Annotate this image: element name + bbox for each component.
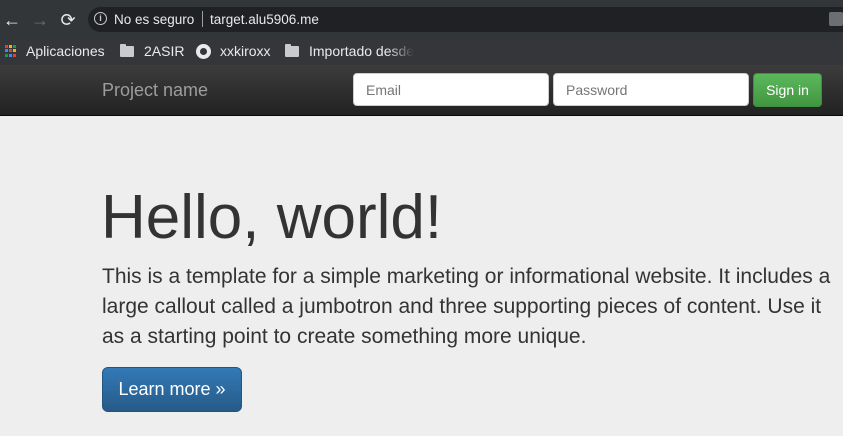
info-icon[interactable]: i: [94, 12, 107, 25]
sign-in-button[interactable]: Sign in: [753, 73, 822, 107]
translate-icon[interactable]: [829, 12, 843, 26]
reload-button[interactable]: ⟳: [58, 10, 78, 30]
folder-icon: [285, 43, 299, 57]
apps-icon: [5, 44, 18, 58]
bookmark-label: Importado desde: [309, 43, 415, 59]
jumbotron-text: This is a template for a simple marketin…: [102, 265, 831, 348]
bookmarks-bar: Aplicaciones 2ASIR xxkiroxx Importado de…: [0, 39, 843, 65]
url-text[interactable]: target.alu5906.me: [210, 12, 319, 27]
omnibox-separator: [202, 11, 203, 27]
github-icon: [196, 43, 211, 59]
back-button[interactable]: ←: [2, 10, 22, 30]
bookmark-label: 2ASIR: [144, 43, 185, 59]
bookmark-label: Aplicaciones: [26, 43, 105, 59]
jumbotron-title: Hello, world!: [101, 183, 443, 252]
bookmark-xxkiroxx[interactable]: xxkiroxx: [196, 41, 271, 61]
site-navbar: Project name Sign in: [0, 65, 843, 116]
forward-button[interactable]: →: [30, 10, 50, 30]
bookmark-label: xxkiroxx: [220, 43, 271, 59]
password-field[interactable]: [553, 73, 749, 106]
address-bar[interactable]: i No es seguro target.alu5906.me: [88, 7, 843, 32]
learn-more-button[interactable]: Learn more »: [102, 367, 242, 412]
bookmark-aplicaciones[interactable]: Aplicaciones: [5, 41, 105, 61]
brand-link[interactable]: Project name: [102, 80, 208, 101]
browser-toolbar: ← → ⟳ i No es seguro target.alu5906.me: [0, 0, 843, 39]
folder-icon: [120, 43, 134, 57]
bookmark-2asir[interactable]: 2ASIR: [120, 41, 184, 61]
email-field[interactable]: [353, 73, 549, 106]
security-status: No es seguro: [114, 12, 195, 27]
bookmark-importado[interactable]: Importado desde: [285, 41, 414, 61]
